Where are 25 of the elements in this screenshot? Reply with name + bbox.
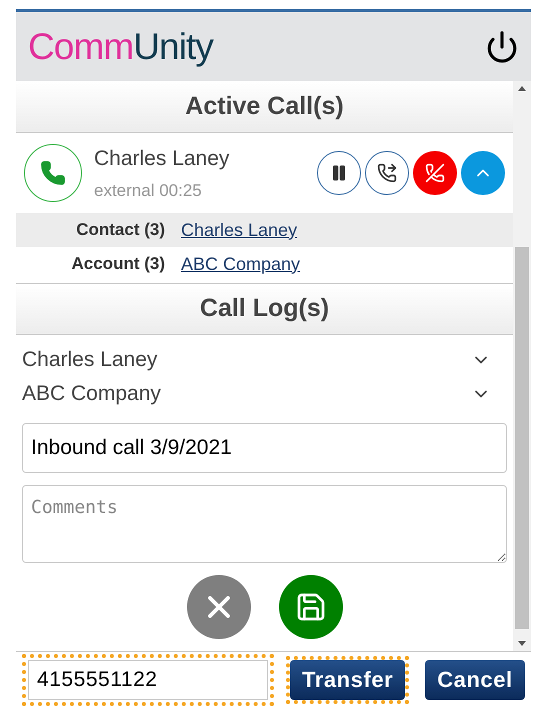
hang-up-button[interactable] (413, 151, 457, 195)
dropdown[interactable]: Charles Laney (22, 343, 507, 377)
subject-field[interactable]: Inbound call 3/9/2021 (22, 423, 507, 473)
logo: CommUnity (28, 28, 213, 65)
field-label: Contact (3) (75, 219, 166, 242)
dropdown[interactable]: ABC Company (22, 377, 507, 411)
record-link[interactable]: Charles Laney (181, 216, 298, 244)
field-label: Account (3) (70, 253, 166, 276)
collapse-button[interactable] (461, 151, 505, 195)
scrollbar[interactable] (513, 81, 531, 651)
comments-field[interactable]: Comments (22, 485, 507, 563)
pause-icon (330, 164, 348, 182)
phone-icon (24, 144, 82, 202)
record-link[interactable]: ABC Company (181, 250, 300, 278)
section-header: Call Log(s) (16, 283, 513, 335)
phone-number-field[interactable]: 4155551122 (28, 660, 268, 700)
transfer-call-button[interactable] (365, 151, 409, 195)
hang-up-icon (425, 163, 445, 183)
caller-name: Charles Laney (94, 146, 230, 172)
action-button[interactable]: Cancel (425, 660, 525, 700)
call-detail: external 00:25 (94, 180, 203, 202)
pause-button[interactable] (317, 151, 361, 195)
phone-forward-icon (377, 163, 397, 183)
action-button[interactable]: Transfer (290, 660, 406, 700)
power-icon[interactable] (485, 30, 519, 64)
